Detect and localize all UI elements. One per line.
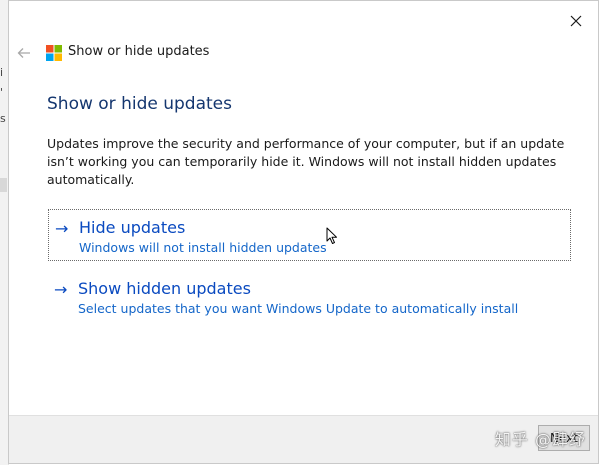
option-subtitle: Windows will not install hidden updates <box>79 240 327 255</box>
show-hide-updates-dialog: Show or hide updates Show or hide update… <box>8 0 599 464</box>
mouse-pointer-icon <box>326 227 337 244</box>
background-selected-row <box>0 178 7 192</box>
description-text: Updates improve the security and perform… <box>47 136 565 187</box>
dialog-title-bar: Show or hide updates <box>9 41 598 65</box>
background-text-fragment: s <box>0 112 6 125</box>
page-heading: Show or hide updates <box>47 94 232 114</box>
option-subtitle: Select updates that you want Windows Upd… <box>78 301 519 316</box>
arrow-right-icon: → <box>54 280 68 299</box>
close-icon <box>570 15 582 27</box>
option-title: Hide updates <box>79 218 186 237</box>
dialog-title: Show or hide updates <box>68 44 210 59</box>
background-text-fragment: i <box>0 66 4 79</box>
option-title: Show hidden updates <box>78 279 251 298</box>
background-text-fragment: ' <box>0 86 4 99</box>
hide-updates-option[interactable]: → Hide updates Windows will not install … <box>48 209 571 261</box>
arrow-right-icon: → <box>55 219 69 238</box>
back-button[interactable] <box>13 42 35 64</box>
close-button[interactable] <box>564 9 588 33</box>
windows-logo-icon <box>46 45 62 61</box>
dialog-footer: Next 知乎 @肆纾 <box>9 415 598 463</box>
back-arrow-icon <box>17 48 30 58</box>
show-hidden-updates-option[interactable]: → Show hidden updates Select updates tha… <box>48 271 571 323</box>
watermark: 知乎 @肆纾 <box>494 430 586 449</box>
